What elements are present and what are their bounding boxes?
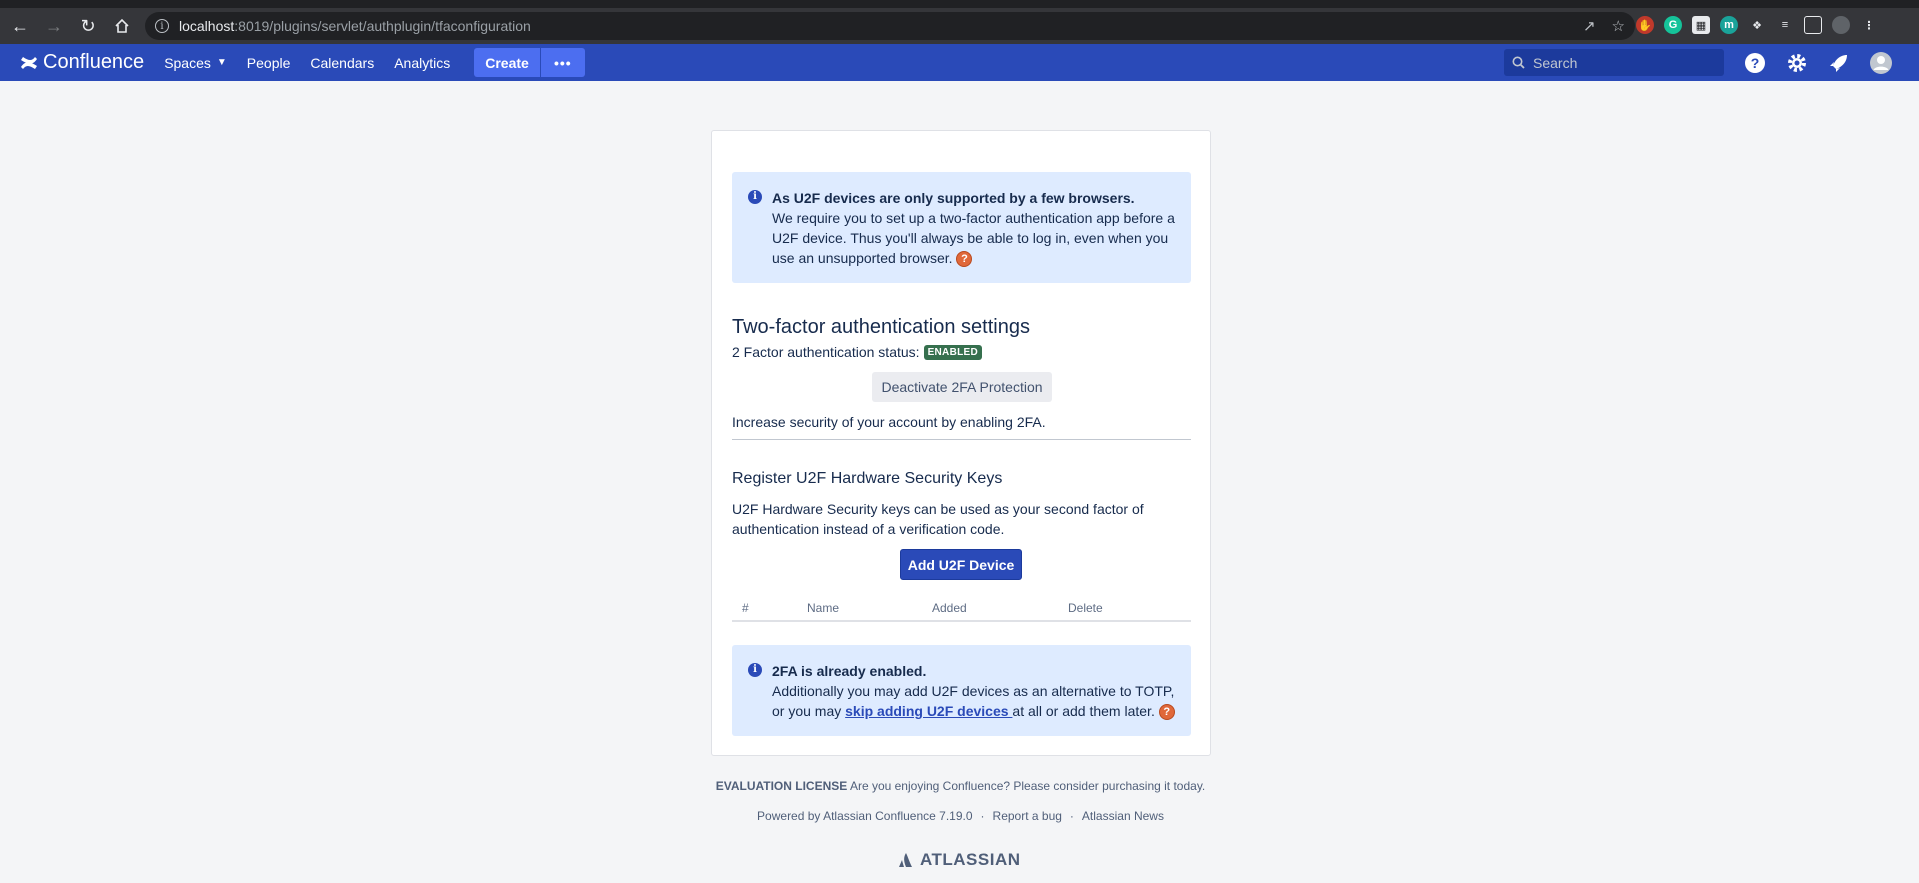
info-message-title: As U2F devices are only supported by a f… [772, 190, 1135, 206]
extension-qr-icon[interactable]: ▦ [1692, 16, 1710, 34]
extension-m-icon[interactable]: m [1720, 16, 1738, 34]
browser-menu-icon[interactable]: ⋮ [1860, 16, 1878, 34]
u2f-heading: Register U2F Hardware Security Keys [732, 470, 1003, 487]
increase-security-text: Increase security of your account by ena… [732, 414, 1046, 430]
deactivate-2fa-button[interactable]: Deactivate 2FA Protection [872, 372, 1052, 402]
extensions-puzzle-icon[interactable]: ❖ [1748, 16, 1766, 34]
tfa-status-label: 2 Factor authentication status: [732, 344, 920, 360]
enabled-message-title: 2FA is already enabled. [772, 663, 927, 679]
search-icon [1512, 56, 1525, 69]
tfa-status: 2 Factor authentication status: ENABLED [732, 344, 982, 360]
footer-separator: · [980, 809, 985, 823]
u2f-description: U2F Hardware Security keys can be used a… [732, 501, 1144, 537]
url-path: :8019/plugins/servlet/authplugin/tfaconf… [234, 18, 531, 34]
footer-separator: · [1069, 809, 1074, 823]
license-label: EVALUATION LICENSE [715, 779, 848, 793]
search-placeholder: Search [1533, 54, 1578, 71]
logo-text: Confluence [43, 51, 145, 73]
help-icon[interactable]: ? [956, 251, 973, 268]
tfa-config-card: i As U2F devices are only supported by a… [711, 130, 1211, 756]
search-input[interactable]: Search [1504, 49, 1724, 76]
help-icon[interactable]: ? [1743, 51, 1767, 75]
extension-hand-icon[interactable]: ✋ [1636, 16, 1654, 34]
url-host: localhost [179, 18, 235, 34]
column-added: Added [932, 601, 967, 615]
enabled-message-body-2: at all or add them later. [1012, 703, 1155, 719]
atlassian-news-link[interactable]: Atlassian News [1082, 809, 1164, 823]
info-icon: i [748, 663, 762, 677]
profile-avatar[interactable] [1832, 16, 1850, 34]
atlassian-logo-icon [899, 853, 912, 867]
report-bug-link[interactable]: Report a bug [993, 809, 1062, 823]
create-button[interactable]: Create [474, 48, 540, 77]
powered-by-link[interactable]: Powered by Atlassian Confluence 7.19.0 [757, 809, 972, 823]
extension-grammarly-icon[interactable]: G [1664, 16, 1682, 34]
reload-icon[interactable]: ↻ [74, 12, 102, 40]
address-bar[interactable]: i localhost:8019/plugins/servlet/authplu… [145, 12, 1635, 40]
column-name: Name [807, 601, 840, 615]
nav-calendars[interactable]: Calendars [310, 55, 374, 71]
notifications-rocket-icon[interactable] [1827, 51, 1851, 75]
confluence-logo[interactable]: Confluence [20, 51, 144, 74]
nav-analytics[interactable]: Analytics [394, 55, 450, 71]
forward-icon[interactable]: → [40, 12, 68, 40]
home-icon[interactable] [108, 12, 136, 40]
svg-text:?: ? [1751, 55, 1760, 71]
license-text: Are you enjoying Confluence? Please cons… [849, 779, 1206, 793]
reading-list-icon[interactable]: ≡ [1776, 16, 1794, 34]
share-icon[interactable]: ↗ [1583, 17, 1596, 35]
info-message-body: We require you to set up a two-factor au… [772, 210, 1175, 266]
nav-people[interactable]: People [247, 55, 291, 71]
info-icon: i [748, 190, 762, 204]
settings-gear-icon[interactable] [1785, 51, 1809, 75]
status-badge: ENABLED [923, 344, 982, 360]
browser-toolbar: ← → ↻ i localhost:8019/plugins/servlet/a… [0, 8, 1919, 44]
chevron-down-icon: ▼ [216, 57, 227, 68]
site-info-icon[interactable]: i [155, 19, 169, 33]
add-u2f-device-button[interactable]: Add U2F Device [900, 549, 1022, 580]
help-icon[interactable]: ? [1158, 704, 1175, 721]
atlassian-logo[interactable]: ATLASSIAN [898, 850, 1021, 870]
tfa-settings-heading: Two-factor authentication settings [732, 316, 1030, 338]
u2f-devices-table-header: # Name Added Delete [732, 598, 1191, 622]
column-number: # [742, 601, 749, 615]
2fa-enabled-message: i 2FA is already enabled. Additionally y… [732, 645, 1191, 736]
license-footer: EVALUATION LICENSE Are you enjoying Conf… [0, 779, 1919, 793]
u2f-info-message: i As U2F devices are only supported by a… [732, 172, 1191, 283]
bookmark-star-icon[interactable]: ☆ [1612, 17, 1625, 35]
app-header: Confluence Spaces ▼ People Calendars Anal… [0, 44, 1919, 81]
nav-spaces[interactable]: Spaces ▼ [164, 55, 227, 71]
confluence-logo-icon [21, 56, 37, 69]
powered-by-footer: Powered by Atlassian Confluence 7.19.0 · R… [0, 809, 1919, 823]
atlassian-logo-text: ATLASSIAN [920, 850, 1021, 869]
nav-spaces-label: Spaces [164, 54, 211, 71]
side-panel-icon[interactable] [1804, 16, 1822, 34]
browser-tabstrip [0, 0, 1919, 8]
section-divider [732, 439, 1191, 440]
more-create-button[interactable]: ••• [540, 48, 585, 77]
column-delete: Delete [1068, 601, 1103, 615]
back-icon[interactable]: ← [6, 12, 34, 40]
user-avatar[interactable] [1869, 51, 1893, 75]
skip-u2f-link[interactable]: skip adding U2F devices [845, 703, 1012, 719]
